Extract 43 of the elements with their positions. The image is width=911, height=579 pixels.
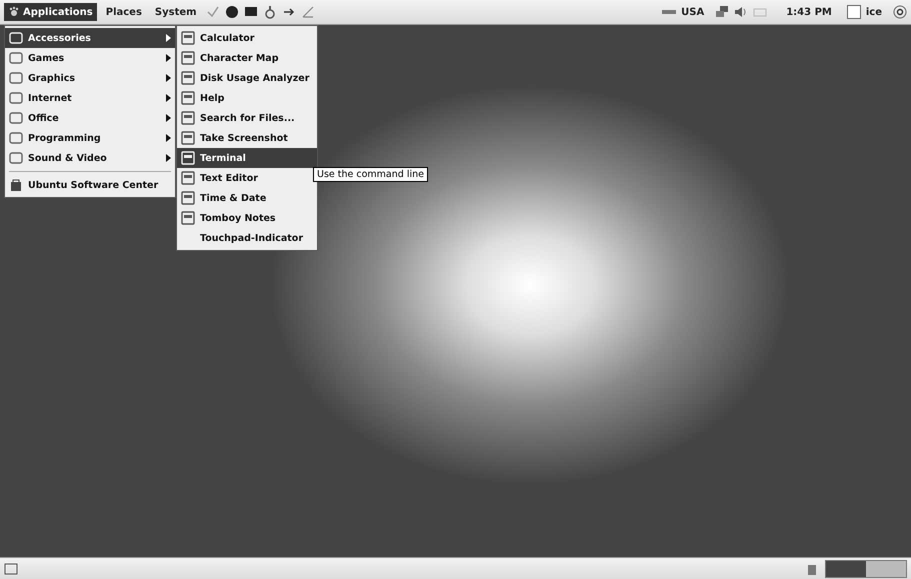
menu-item[interactable]: Games <box>5 48 175 68</box>
menu-item[interactable]: Programming <box>5 128 175 148</box>
panel-menu[interactable]: Places <box>102 4 146 20</box>
menu-item[interactable]: Character Map <box>177 48 317 68</box>
menu-item[interactable]: Time & Date <box>177 188 317 208</box>
panel-menu[interactable]: Applications <box>4 3 97 21</box>
tooltip: Use the command line <box>313 167 428 182</box>
show-desktop-icon[interactable] <box>4 562 18 576</box>
menu-item[interactable]: Search for Files... <box>177 108 317 128</box>
menu-item[interactable]: Graphics <box>5 68 175 88</box>
menu-item[interactable]: Help <box>177 88 317 108</box>
panel-menu[interactable]: System <box>150 4 201 20</box>
menu-item[interactable]: Terminal <box>177 148 317 168</box>
bag-icon <box>9 178 23 192</box>
foot-icon <box>8 6 20 18</box>
user-icon[interactable] <box>846 5 861 19</box>
menu-item[interactable]: Sound & Video <box>5 148 175 168</box>
network-icon[interactable] <box>715 5 730 19</box>
menu-item[interactable]: Disk Usage Analyzer <box>177 68 317 88</box>
keyboard-icon[interactable] <box>662 9 676 15</box>
menu-item[interactable]: Tomboy Notes <box>177 208 317 228</box>
app-icon <box>9 91 23 105</box>
workspace-switcher[interactable] <box>825 560 907 578</box>
keyboard-layout[interactable]: USA <box>681 6 704 18</box>
app-icon <box>9 151 23 165</box>
menu-item[interactable]: Internet <box>5 88 175 108</box>
power-icon[interactable] <box>893 5 907 19</box>
app-icon <box>9 51 23 65</box>
monitor-icon[interactable] <box>244 5 258 19</box>
menu-item[interactable]: Accessories <box>5 28 175 48</box>
clock[interactable]: 1:43 PM <box>786 6 832 18</box>
menu-item[interactable]: Touchpad-Indicator <box>177 228 317 248</box>
user-name[interactable]: ice <box>866 6 882 18</box>
pencil-icon[interactable] <box>300 5 315 19</box>
menu-item[interactable]: Ubuntu Software Center <box>5 175 175 195</box>
menu-item[interactable]: Take Screenshot <box>177 128 317 148</box>
menu-item[interactable]: Office <box>5 108 175 128</box>
app-icon <box>9 131 23 145</box>
app-icon <box>9 31 23 45</box>
app-icon <box>9 111 23 125</box>
app-icon <box>9 71 23 85</box>
volume-icon[interactable] <box>734 5 748 19</box>
menu-item[interactable]: Calculator <box>177 28 317 48</box>
